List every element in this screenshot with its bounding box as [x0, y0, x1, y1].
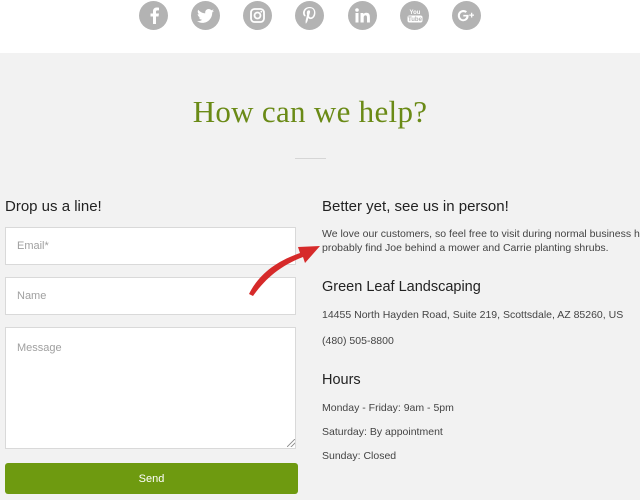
- facebook-icon[interactable]: [139, 1, 168, 30]
- company-name: Green Leaf Landscaping: [322, 279, 481, 295]
- textarea-resize-handle[interactable]: [287, 439, 295, 447]
- hours-title: Hours: [322, 372, 361, 388]
- form-title: Drop us a line!: [5, 198, 102, 215]
- svg-text:Tube: Tube: [408, 17, 423, 23]
- google-plus-icon[interactable]: [452, 1, 481, 30]
- message-field[interactable]: [5, 327, 296, 449]
- linkedin-icon[interactable]: [348, 1, 377, 30]
- instagram-icon[interactable]: [243, 1, 272, 30]
- red-arrow-annotation: [249, 246, 320, 296]
- contact-title: Better yet, see us in person!: [322, 198, 509, 215]
- pinterest-icon[interactable]: [295, 1, 324, 30]
- twitter-icon[interactable]: [191, 1, 220, 30]
- youtube-icon[interactable]: You Tube: [400, 1, 429, 30]
- svg-text:You: You: [409, 10, 420, 16]
- hours-sunday: Sunday: Closed: [322, 450, 397, 462]
- heading-divider: [295, 158, 326, 159]
- page-heading: How can we help?: [192, 94, 428, 129]
- send-button[interactable]: Send: [5, 463, 298, 494]
- company-address: 14455 North Hayden Road, Suite 219, Scot…: [322, 309, 624, 321]
- contact-intro-line2: probably find Joe behind a mower and Car…: [322, 242, 609, 254]
- hours-weekdays: Monday - Friday: 9am - 5pm: [322, 402, 454, 414]
- hours-saturday: Saturday: By appointment: [322, 426, 443, 438]
- company-phone: (480) 505-8800: [322, 335, 394, 347]
- contact-intro-line1: We love our customers, so feel free to v…: [322, 228, 640, 240]
